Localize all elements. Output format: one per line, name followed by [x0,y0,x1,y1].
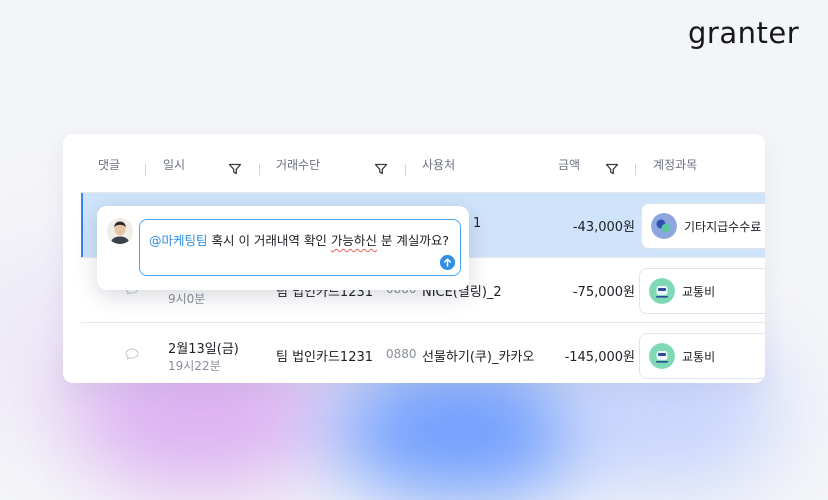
brand-logo: granter [688,16,800,50]
header-datetime: 일시 [163,158,186,172]
amount-cell: -145,000원 [564,350,635,365]
account-chip[interactable]: 교통비 [639,333,765,379]
send-button[interactable] [440,255,455,270]
table-header: 댓글 일시 거래수단 사용처 금액 계정과목 [63,134,765,192]
header-account: 계정과목 [653,158,698,172]
filter-icon[interactable] [228,162,242,176]
fee-icon [651,213,677,239]
header-comment: 댓글 [98,158,121,172]
header-divider [259,164,260,176]
train-icon [649,343,675,369]
time-cell: 9시0분 [168,292,206,306]
mention-tag[interactable]: @마케팅팀 [149,233,208,248]
comment-bubble-icon[interactable] [125,348,139,360]
time-cell: 19시22분 [168,359,221,373]
train-icon [649,278,675,304]
header-method: 거래수단 [276,158,321,172]
header-merchant: 사용처 [422,158,456,172]
header-divider [635,164,636,176]
filter-icon[interactable] [374,162,388,176]
header-divider [405,164,406,176]
merchant-cell: 1 [473,216,482,231]
account-label: 교통비 [682,350,716,364]
header-divider [145,164,146,176]
comment-popup: @마케팅팀 혹시 이 거래내역 확인 가능하신 분 계실까요? [97,206,469,290]
date-cell: 2월13일(금) [168,342,239,357]
comment-text-part: 분 계실까요? [376,233,449,248]
comment-text-part: 혹시 이 거래내역 확인 [207,233,331,248]
header-amount: 금액 [558,158,581,172]
comment-text[interactable]: @마케팅팀 혹시 이 거래내역 확인 가능하신 분 계실까요? [149,230,449,249]
table-row[interactable]: 2월13일(금) 19시22분 팀 법인카드1231 0880 선물하기(쿠)_… [81,323,765,383]
amount-cell: -43,000원 [572,220,635,235]
comment-text-part: 가능하신 [330,233,377,248]
card-suffix: 0880 [386,347,417,361]
amount-cell: -75,000원 [572,285,635,300]
card-cell: 팀 법인카드1231 [276,350,374,365]
comment-input[interactable]: @마케팅팀 혹시 이 거래내역 확인 가능하신 분 계실까요? [139,219,461,276]
user-avatar-icon [107,218,133,244]
merchant-cell: 선물하기(쿠)_카카오 [422,350,535,365]
filter-icon[interactable] [605,162,619,176]
account-chip[interactable]: 기타지급수수료 [641,203,765,249]
account-label: 기타지급수수료 [684,220,762,234]
account-chip[interactable]: 교통비 [639,268,765,314]
account-label: 교통비 [682,285,716,299]
avatar [107,218,133,244]
